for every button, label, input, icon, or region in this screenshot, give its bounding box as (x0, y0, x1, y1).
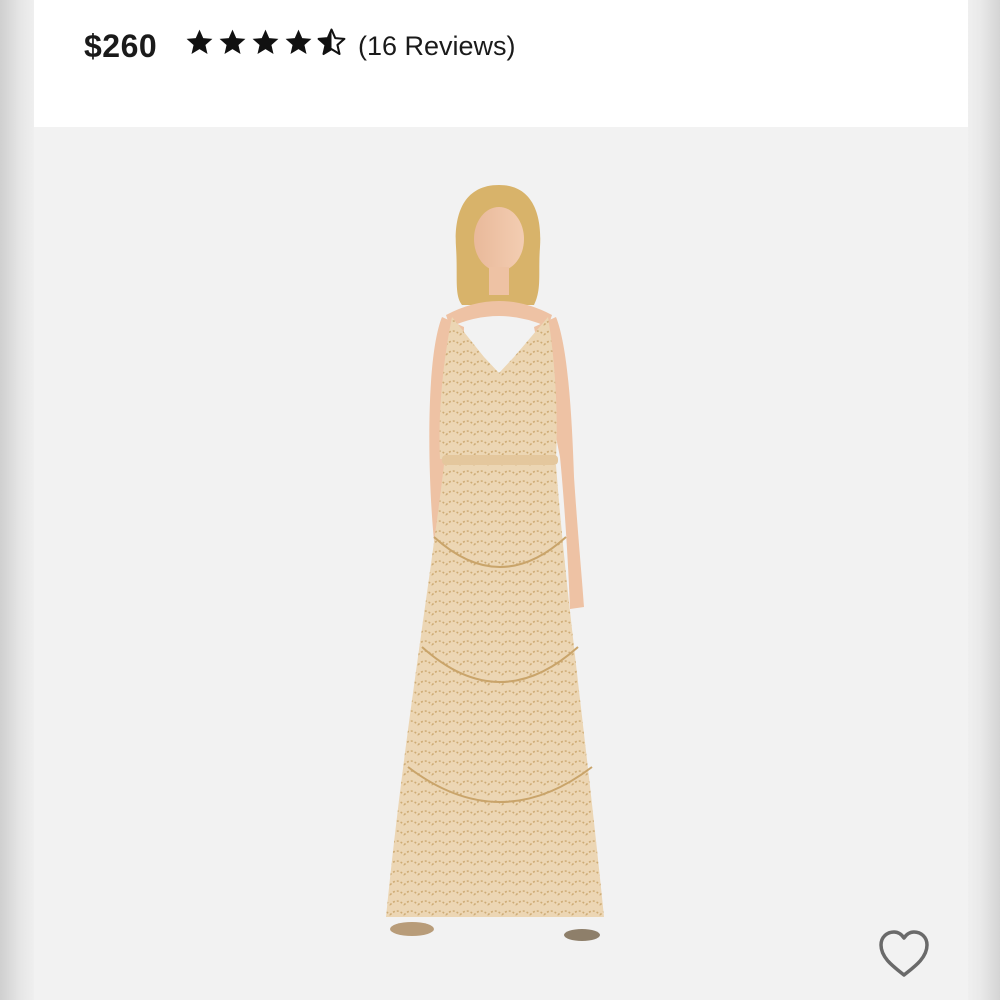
right-edge-shadow (968, 0, 1000, 1000)
star-icon (219, 29, 246, 54)
star-icon (252, 29, 279, 54)
product-photo-dress (386, 185, 604, 941)
reviews-link[interactable]: (16 Reviews) (358, 31, 516, 62)
rating-stars[interactable] (184, 27, 347, 61)
price: $260 (84, 28, 158, 64)
product-summary-header: $260 (16 Reviews) (34, 0, 968, 127)
half-star-icon (317, 28, 346, 56)
left-edge-shadow (0, 0, 34, 1000)
star-icon (186, 29, 213, 54)
product-card: $260 (16 Reviews) (34, 0, 968, 1000)
star-icon (285, 29, 312, 54)
heart-outline-icon[interactable] (876, 928, 932, 980)
product-image-area[interactable] (34, 127, 968, 1000)
